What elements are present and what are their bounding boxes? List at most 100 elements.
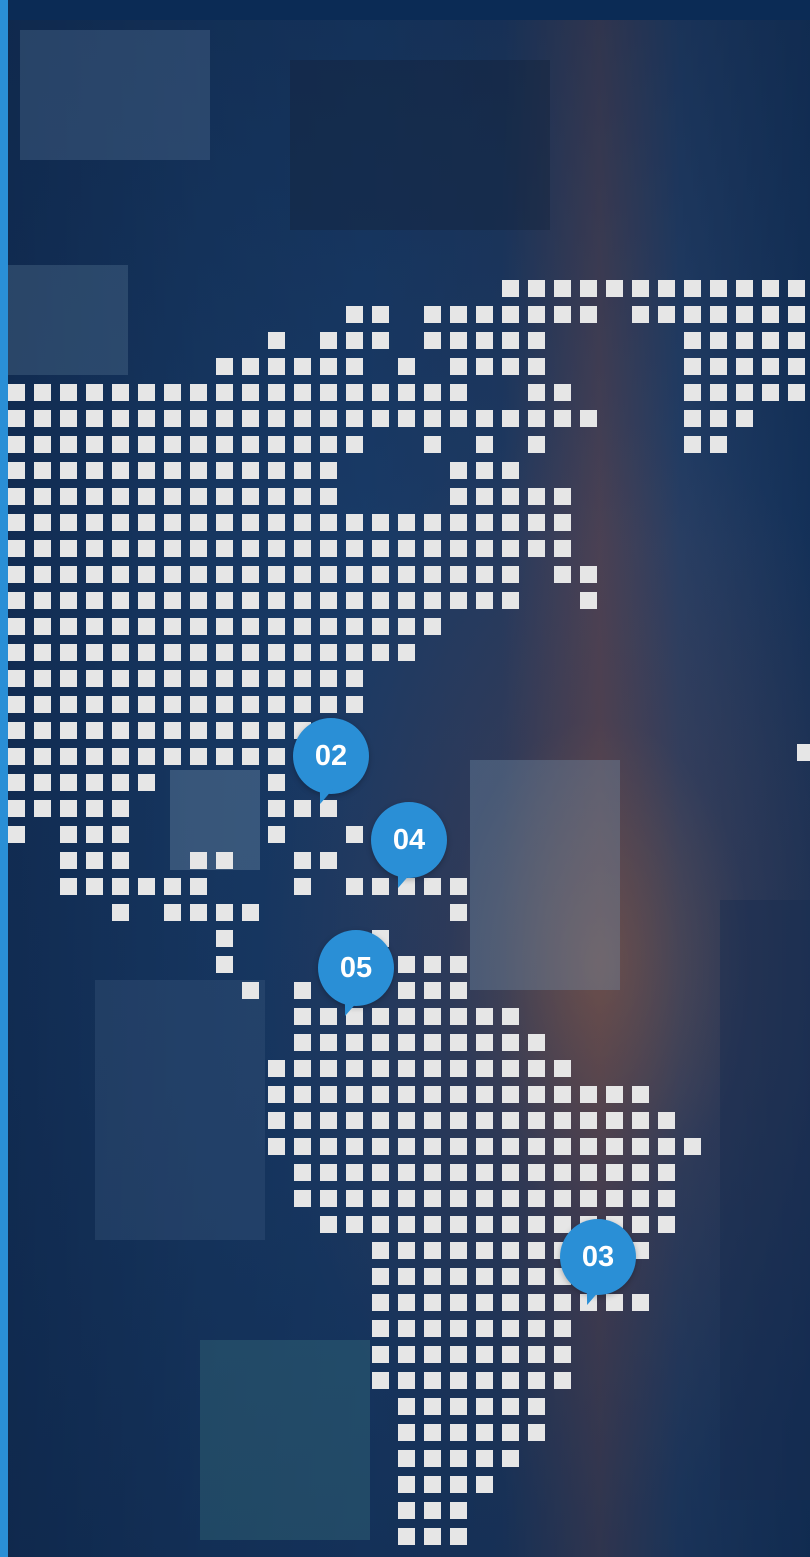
map-dot [346,1060,363,1077]
map-dot [424,410,441,427]
map-dot [424,618,441,635]
map-dot [138,644,155,661]
map-dot [164,878,181,895]
map-dot [476,1450,493,1467]
map-dot [86,592,103,609]
map-dot [502,566,519,583]
map-dot [8,696,25,713]
map-dot [450,904,467,921]
map-dot [450,488,467,505]
map-dot [8,670,25,687]
map-dot [684,1138,701,1155]
map-dot [424,1242,441,1259]
map-dot [476,1008,493,1025]
map-dot [424,384,441,401]
map-dot [424,1164,441,1181]
map-dot [580,306,597,323]
map-dot [398,1190,415,1207]
map-dot [554,1086,571,1103]
map-dot [528,410,545,427]
map-dot [424,436,441,453]
map-dot [528,1346,545,1363]
map-dot [138,670,155,687]
map-dot [528,514,545,531]
map-dot [320,1216,337,1233]
map-dot [34,748,51,765]
map-dot [60,670,77,687]
map-dot [346,332,363,349]
map-dot [658,1216,675,1233]
location-marker-02[interactable]: 02 [293,718,369,794]
map-dot [320,384,337,401]
map-dot [554,1060,571,1077]
map-dot [60,644,77,661]
map-dot [450,1294,467,1311]
map-dot [346,384,363,401]
map-dot [138,878,155,895]
map-dot [294,566,311,583]
map-dot [424,1008,441,1025]
map-dot [476,1294,493,1311]
location-marker-03[interactable]: 03 [560,1219,636,1295]
map-dot [86,514,103,531]
location-marker-05[interactable]: 05 [318,930,394,1006]
map-dot [528,1138,545,1155]
map-dot [60,566,77,583]
map-dot [450,1268,467,1285]
map-dot [268,436,285,453]
map-dot [372,514,389,531]
map-dot [450,1138,467,1155]
map-dot [580,1086,597,1103]
map-section: 02 04 05 03 [0,0,810,1557]
map-dot [736,280,753,297]
map-dot [372,1372,389,1389]
map-dot [268,410,285,427]
map-dot [398,1528,415,1545]
map-dot [424,982,441,999]
map-dot [424,332,441,349]
map-dot [476,592,493,609]
map-dot [528,384,545,401]
map-dot [242,618,259,635]
map-dot [476,1086,493,1103]
location-marker-04[interactable]: 04 [371,802,447,878]
map-dot [138,566,155,583]
map-dot [112,540,129,557]
map-dot [684,306,701,323]
map-dot [450,878,467,895]
map-dot [164,644,181,661]
map-dot [320,670,337,687]
map-dot [658,1164,675,1181]
map-dot [320,696,337,713]
map-dot [216,618,233,635]
map-dot [528,1086,545,1103]
map-dot [398,1320,415,1337]
map-dot [216,566,233,583]
map-dot [606,1164,623,1181]
map-dot [502,1190,519,1207]
map-dot [190,488,207,505]
map-dot [372,618,389,635]
map-dot [398,1372,415,1389]
map-dot [138,696,155,713]
map-dot [294,1008,311,1025]
map-dot [86,462,103,479]
map-dot [190,878,207,895]
map-dot [346,1034,363,1051]
map-dot [86,722,103,739]
map-dot [320,488,337,505]
map-dot [242,982,259,999]
map-dot [398,1398,415,1415]
map-dot [320,1164,337,1181]
map-dot [112,826,129,843]
map-dot [710,436,727,453]
map-dot [580,1138,597,1155]
map-dot [762,384,779,401]
map-dot [450,1346,467,1363]
map-dot [242,358,259,375]
map-dot [736,384,753,401]
map-dot [528,280,545,297]
map-dot [268,644,285,661]
map-dot [164,488,181,505]
map-dot [372,1242,389,1259]
